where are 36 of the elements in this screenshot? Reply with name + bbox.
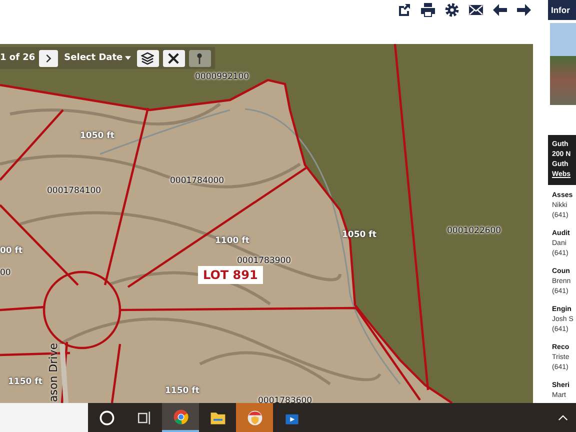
tools-button[interactable] — [162, 50, 185, 66]
next-page-button[interactable] — [39, 50, 58, 66]
chevron-right-icon — [44, 54, 54, 62]
layers-button[interactable] — [136, 50, 159, 66]
panel-title: Infor — [548, 0, 576, 20]
elevation-label: 1050 ft — [80, 131, 114, 141]
elevation-label: 1150 ft — [8, 377, 42, 387]
parcel-number: 0001783600 — [258, 396, 312, 403]
elevation-label: 1050 ft — [342, 230, 376, 240]
print-icon[interactable] — [420, 2, 436, 18]
parcel-number: 0000992100 — [195, 72, 250, 82]
parcel-number: 00 — [0, 268, 11, 278]
parcel-number: 0001784000 — [170, 176, 224, 186]
parcel-number: 0001022600 — [447, 226, 502, 236]
browser-logo-icon — [172, 408, 190, 426]
arrow-right-icon[interactable] — [516, 2, 532, 18]
street-name: ason Drive — [47, 343, 60, 402]
lot-label: LOT 891 — [198, 266, 263, 284]
chevron-up-icon[interactable] — [558, 414, 568, 421]
elevation-label: 1150 ft — [165, 386, 200, 396]
circle-icon — [98, 408, 116, 426]
select-date-dropdown[interactable]: Select Date — [62, 53, 133, 63]
arrow-left-icon[interactable] — [492, 2, 508, 18]
page-counter: 1 of 26 — [0, 53, 36, 63]
mail-icon[interactable] — [468, 2, 484, 18]
parcel-number: 0001783900 — [237, 256, 292, 266]
search-field[interactable] — [0, 403, 88, 432]
parcel-number: 0001784100 — [47, 186, 102, 196]
layers-icon — [141, 52, 154, 64]
elevation-label: 1100 ft — [215, 236, 250, 246]
elevation-label: 00 ft — [0, 246, 23, 256]
taskbar-app-button[interactable] — [162, 403, 199, 432]
shield-app-icon — [246, 408, 264, 426]
share-icon[interactable] — [396, 2, 412, 18]
settings-icon[interactable] — [444, 2, 460, 18]
caret-icon — [124, 56, 131, 60]
